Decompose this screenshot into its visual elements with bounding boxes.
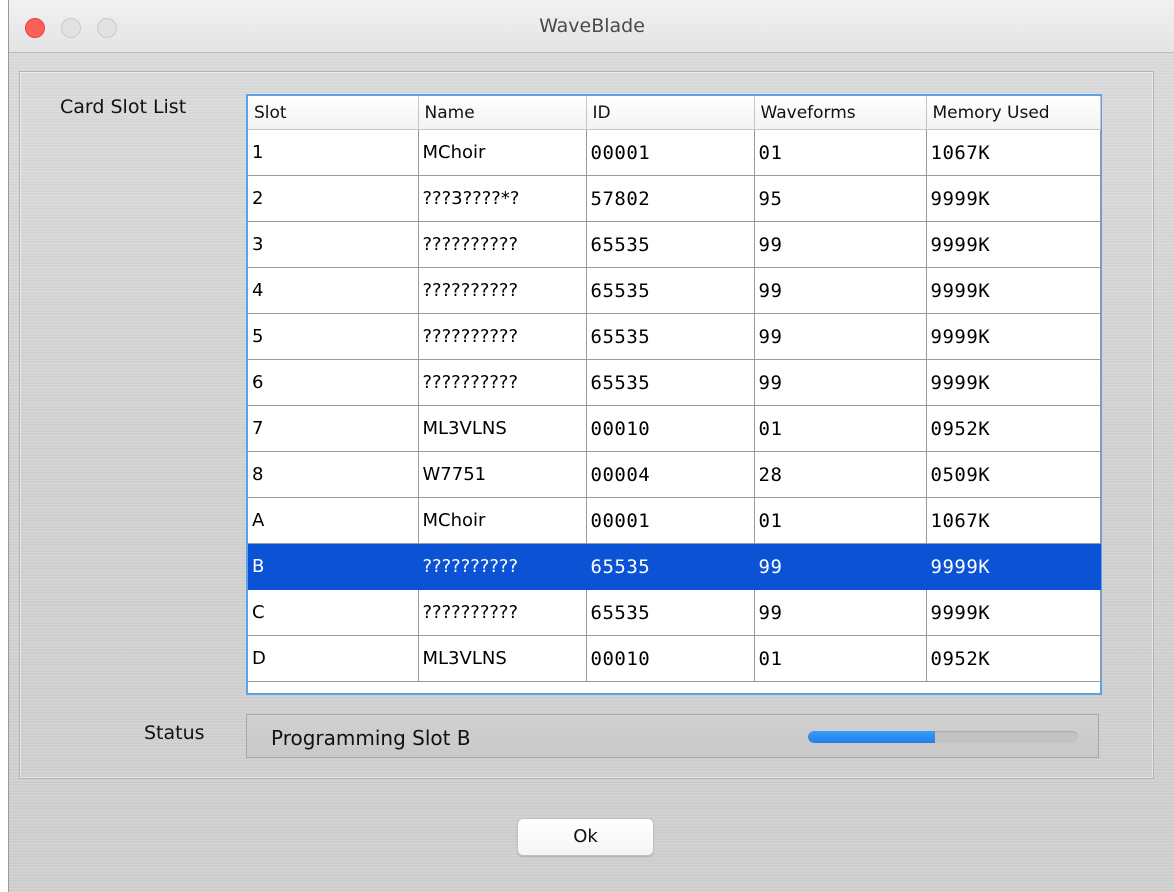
cell-slot: C [248, 589, 419, 636]
cell-id: 65535 [586, 359, 755, 406]
cell-slot: 6 [248, 359, 419, 406]
progress-bar-fill [808, 731, 935, 743]
column-header-waveforms[interactable]: Waveforms [754, 96, 927, 130]
cell-name: ???3????*? [418, 175, 587, 222]
cell-memory: 0509K [926, 451, 1101, 498]
cell-id: 00004 [586, 451, 755, 498]
cell-slot: 5 [248, 313, 419, 360]
cell-memory: 0952K [926, 405, 1101, 452]
card-slot-list-label: Card Slot List [60, 96, 187, 118]
cell-memory: 0952K [926, 635, 1101, 682]
cell-memory: 9999K [926, 359, 1101, 406]
cell-memory: 9999K [926, 267, 1101, 314]
cell-slot: A [248, 497, 419, 544]
cell-id: 57802 [586, 175, 755, 222]
table-row[interactable]: B?????????? 65535 99 9999K [248, 543, 1101, 590]
cell-name: MChoir [418, 497, 587, 544]
cell-memory: 9999K [926, 589, 1101, 636]
table-row[interactable]: C?????????? 65535 99 9999K [248, 589, 1101, 636]
column-header-name[interactable]: Name [418, 96, 587, 130]
cell-name: ML3VLNS [418, 405, 587, 452]
progress-bar [808, 731, 1078, 743]
cell-name: ML3VLNS [418, 635, 587, 682]
table-row[interactable]: 4?????????? 65535 99 9999K [248, 267, 1101, 314]
cell-name: MChoir [418, 129, 587, 176]
table-row[interactable]: 5?????????? 65535 99 9999K [248, 313, 1101, 360]
cell-slot: 4 [248, 267, 419, 314]
cell-id: 65535 [586, 221, 755, 268]
table-row[interactable]: D ML3VLNS 00010 01 0952K [248, 635, 1101, 682]
table-row[interactable]: 1 MChoir 00001 01 1067K [248, 129, 1101, 176]
cell-memory: 9999K [926, 313, 1101, 360]
cell-slot: B [248, 543, 419, 590]
ok-button[interactable]: Ok [517, 818, 654, 856]
table-row[interactable]: 2 ???3????*? 57802 95 9999K [248, 175, 1101, 222]
cell-id: 65535 [586, 313, 755, 360]
cell-waveforms: 99 [754, 221, 927, 268]
cell-waveforms: 99 [754, 543, 927, 590]
table-header-row: Slot Name ID Waveforms Memory Used [248, 96, 1101, 130]
status-field: Programming Slot B [246, 714, 1099, 758]
cell-id: 00010 [586, 405, 755, 452]
cell-slot: D [248, 635, 419, 682]
cell-slot: 3 [248, 221, 419, 268]
column-header-id[interactable]: ID [586, 96, 755, 130]
slot-table[interactable]: Slot Name ID Waveforms Memory Used 1 MCho… [246, 94, 1102, 695]
column-header-memory-used[interactable]: Memory Used [926, 96, 1101, 130]
title-bar: WaveBlade [9, 0, 1174, 53]
cell-waveforms: 99 [754, 589, 927, 636]
cell-waveforms: 28 [754, 451, 927, 498]
table-row[interactable]: A MChoir 00001 01 1067K [248, 497, 1101, 544]
cell-id: 65535 [586, 267, 755, 314]
table-row[interactable]: 3?????????? 65535 99 9999K [248, 221, 1101, 268]
cell-id: 65535 [586, 589, 755, 636]
cell-name: ?????????? [418, 313, 587, 360]
cell-id: 00001 [586, 129, 755, 176]
status-label: Status [144, 722, 205, 744]
cell-name: ?????????? [418, 267, 587, 314]
cell-waveforms: 01 [754, 497, 927, 544]
cell-name: ?????????? [418, 359, 587, 406]
cell-id: 00010 [586, 635, 755, 682]
cell-waveforms: 99 [754, 313, 927, 360]
cell-memory: 9999K [926, 175, 1101, 222]
cell-waveforms: 01 [754, 405, 927, 452]
cell-name: ?????????? [418, 543, 587, 590]
cell-waveforms: 99 [754, 267, 927, 314]
cell-memory: 9999K [926, 221, 1101, 268]
cell-slot: 1 [248, 129, 419, 176]
cell-slot: 2 [248, 175, 419, 222]
table-row[interactable]: 8 W7751 00004 28 0509K [248, 451, 1101, 498]
cell-name: W7751 [418, 451, 587, 498]
cell-name: ?????????? [418, 589, 587, 636]
table-row[interactable]: 7 ML3VLNS 00010 01 0952K [248, 405, 1101, 452]
cell-id: 65535 [586, 543, 755, 590]
status-text: Programming Slot B [271, 726, 471, 750]
column-header-slot[interactable]: Slot [248, 96, 419, 130]
cell-slot: 8 [248, 451, 419, 498]
window-title: WaveBlade [539, 15, 645, 37]
cell-name: ?????????? [418, 221, 587, 268]
table-row[interactable]: 6?????????? 65535 99 9999K [248, 359, 1101, 406]
cell-waveforms: 99 [754, 359, 927, 406]
cell-memory: 1067K [926, 497, 1101, 544]
cell-waveforms: 01 [754, 635, 927, 682]
cell-memory: 1067K [926, 129, 1101, 176]
cell-memory: 9999K [926, 543, 1101, 590]
cell-waveforms: 01 [754, 129, 927, 176]
cell-id: 00001 [586, 497, 755, 544]
cell-slot: 7 [248, 405, 419, 452]
cell-waveforms: 95 [754, 175, 927, 222]
